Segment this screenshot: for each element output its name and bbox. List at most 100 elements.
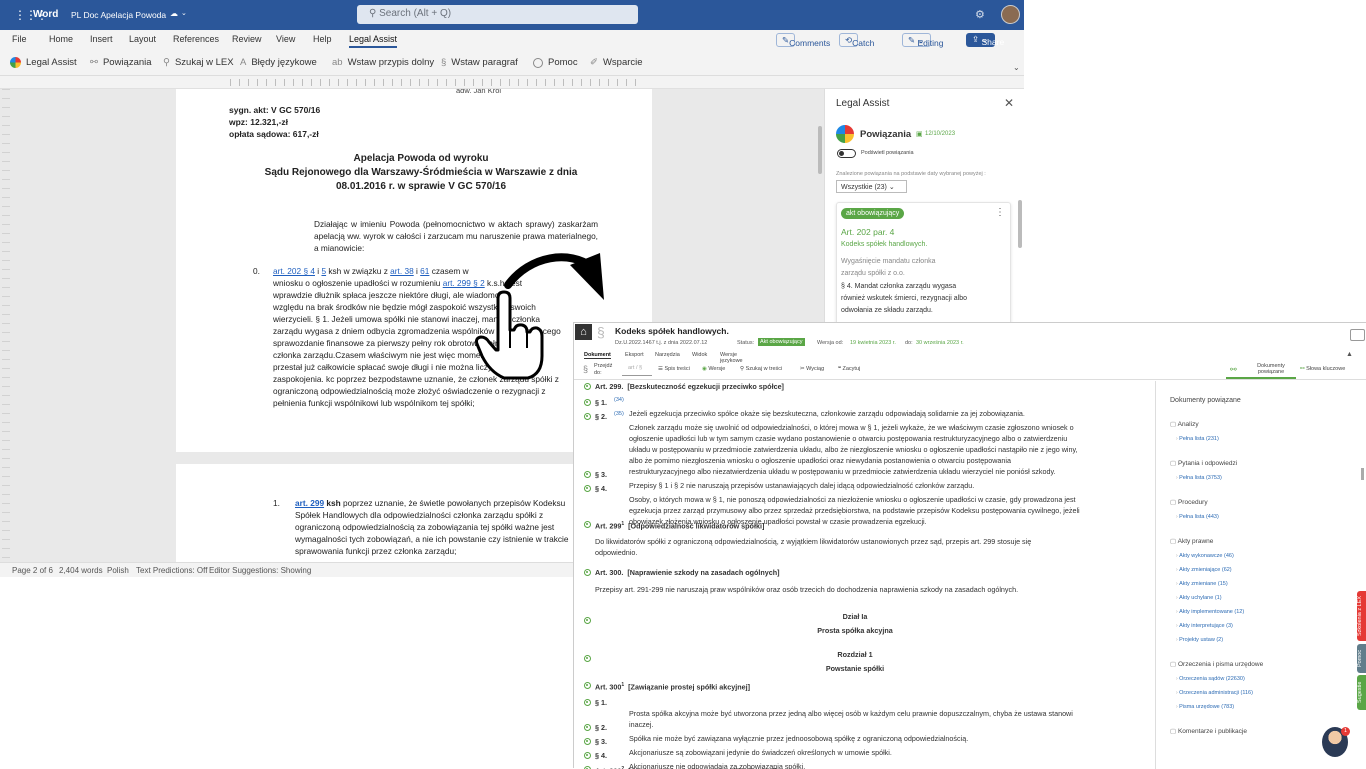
- expand-icon[interactable]: [584, 471, 591, 478]
- section-heading[interactable]: ▢ Akty prawne: [1170, 537, 1350, 545]
- wstaw-paragraf-button[interactable]: § Wstaw paragraf: [441, 57, 518, 68]
- art-link[interactable]: art. 38: [390, 266, 414, 276]
- tab-dokument[interactable]: Dokument: [584, 352, 611, 359]
- more-options-icon[interactable]: ⋮: [995, 207, 1005, 218]
- related-link[interactable]: › Pisma urzędowe (783): [1176, 700, 1350, 714]
- folder-icon[interactable]: [1350, 329, 1365, 341]
- comments-button[interactable]: ✎ Comments: [776, 33, 830, 48]
- selected-date[interactable]: 12/10/2023: [925, 131, 955, 137]
- expand-icon[interactable]: [584, 485, 591, 492]
- result-card[interactable]: akt obowiązujący ⋮ Art. 202 par. 4 Kodek…: [836, 202, 1011, 327]
- calendar-icon[interactable]: ▣: [916, 130, 923, 138]
- goto-input[interactable]: art / §: [622, 365, 652, 376]
- expand-icon[interactable]: [584, 655, 591, 662]
- wstaw-przypis-button[interactable]: ab Wstaw przypis dolny: [332, 57, 434, 68]
- powiazania-button[interactable]: ⚯ Powiązania: [90, 57, 152, 68]
- tab-narzedzia[interactable]: Narzędzia: [655, 352, 680, 358]
- related-link[interactable]: › Orzeczenia sądów (22630): [1176, 672, 1350, 686]
- text-predictions[interactable]: Text Predictions: Off: [136, 566, 207, 575]
- chevron-down-icon[interactable]: ⌄: [181, 9, 187, 17]
- expand-icon[interactable]: [584, 752, 591, 759]
- tab-insert[interactable]: Insert: [90, 34, 113, 44]
- expand-icon[interactable]: [584, 521, 591, 528]
- wyciag-button[interactable]: ✂ Wyciąg: [800, 366, 824, 372]
- expand-icon[interactable]: [584, 617, 591, 624]
- tab-layout[interactable]: Layout: [129, 34, 156, 44]
- tab-legal-assist[interactable]: Legal Assist: [349, 34, 398, 48]
- panel-scrollbar[interactable]: [1361, 468, 1364, 480]
- tab-review[interactable]: Review: [232, 34, 262, 44]
- avatar[interactable]: [1001, 5, 1020, 24]
- version-from[interactable]: 19 kwietnia 2023 r.: [850, 340, 896, 346]
- tab-slowa-kluczowe[interactable]: ⚯ Słowa kluczowe: [1300, 366, 1345, 372]
- expand-icon[interactable]: [584, 399, 591, 406]
- ruler[interactable]: [0, 76, 1024, 89]
- expand-icon[interactable]: [584, 699, 591, 706]
- related-link[interactable]: › Pełna lista (3753): [1176, 471, 1350, 485]
- section-heading[interactable]: ▢ Orzeczenia i pisma urzędowe: [1170, 660, 1350, 668]
- related-link[interactable]: › Akty wykonawcze (46): [1176, 549, 1350, 563]
- side-tab-sugestie[interactable]: Sugestie: [1357, 675, 1366, 710]
- related-link[interactable]: › Akty zmieniane (15): [1176, 577, 1350, 591]
- search-input[interactable]: ⚲ Search (Alt + Q): [357, 5, 638, 24]
- section-heading[interactable]: ▢ Procedury: [1170, 498, 1350, 506]
- filter-dropdown[interactable]: Wszystkie (23) ⌄: [836, 180, 907, 193]
- section-heading[interactable]: ▢ Analizy: [1170, 420, 1350, 428]
- wersje-button[interactable]: ◉ Wersje: [702, 366, 725, 372]
- version-to[interactable]: 30 września 2023 r.: [916, 340, 964, 346]
- related-link[interactable]: › Akty interpretujące (3): [1176, 619, 1350, 633]
- scroll-up-icon[interactable]: ▲: [1346, 351, 1353, 358]
- catch-up-button[interactable]: ⟲ Catch up: [839, 33, 874, 58]
- word-count[interactable]: 2,404 words: [59, 566, 103, 575]
- art-link[interactable]: art. 299: [295, 498, 324, 508]
- expand-icon[interactable]: [584, 724, 591, 731]
- collapse-ribbon-icon[interactable]: ⌄: [1013, 63, 1020, 72]
- legal-assist-button[interactable]: Legal Assist: [10, 57, 77, 68]
- expand-icon[interactable]: [584, 569, 591, 576]
- art-link[interactable]: art. 299 § 2: [443, 278, 485, 288]
- share-button[interactable]: ⇪ Share ⌄: [966, 33, 1004, 47]
- related-link[interactable]: › Orzeczenia administracji (116): [1176, 686, 1350, 700]
- wsparcie-button[interactable]: ✐ Wsparcie: [590, 57, 643, 68]
- editor-suggestions[interactable]: Editor Suggestions: Showing: [209, 566, 311, 575]
- section-heading[interactable]: ▢ Pytania i odpowiedzi: [1170, 459, 1350, 467]
- home-button[interactable]: ⌂: [575, 324, 592, 340]
- language[interactable]: Polish: [107, 566, 129, 575]
- expand-icon[interactable]: [584, 383, 591, 390]
- tab-view[interactable]: View: [276, 34, 295, 44]
- bledy-jezykowe-button[interactable]: A Błędy językowe: [240, 57, 317, 68]
- settings-icon[interactable]: ⚙: [975, 8, 985, 21]
- tab-home[interactable]: Home: [49, 34, 73, 44]
- pomoc-button[interactable]: Pomoc: [533, 57, 578, 68]
- tab-eksport[interactable]: Eksport: [625, 352, 644, 358]
- related-link[interactable]: › Projekty ustaw (2): [1176, 633, 1350, 647]
- highlight-toggle[interactable]: [837, 149, 856, 158]
- tab-references[interactable]: References: [173, 34, 219, 44]
- document-name[interactable]: PL Doc Apelacja Powoda: [71, 10, 166, 20]
- editing-button[interactable]: ✎ Editing ⌄: [902, 33, 943, 48]
- szukaj-w-lex-button[interactable]: ⚲ Szukaj w LEX: [163, 57, 234, 68]
- related-link[interactable]: › Akty implementowane (12): [1176, 605, 1350, 619]
- art-link[interactable]: art. 202 § 4: [273, 266, 315, 276]
- card-article[interactable]: Art. 202 par. 4: [841, 227, 894, 237]
- szukaj-button[interactable]: ⚲ Szukaj w treści: [740, 366, 782, 372]
- related-link[interactable]: › Akty zmieniające (62): [1176, 563, 1350, 577]
- close-icon[interactable]: ✕: [1004, 96, 1014, 110]
- expand-icon[interactable]: [584, 413, 591, 420]
- page-count[interactable]: Page 2 of 6: [12, 566, 53, 575]
- spis-tresci-button[interactable]: ☰ Spis treści: [658, 366, 690, 372]
- side-tab-szkolenia[interactable]: Szkolenia z LEX: [1357, 591, 1366, 641]
- tab-dokumenty-powiazane[interactable]: ⚯ Dokumenty powiązane: [1226, 362, 1296, 379]
- zacytuj-button[interactable]: ❝ Zacytuj: [838, 366, 860, 372]
- expand-icon[interactable]: [584, 682, 591, 689]
- results-scrollbar[interactable]: [1018, 200, 1022, 248]
- related-link[interactable]: › Akty uchylane (1): [1176, 591, 1350, 605]
- tab-widok[interactable]: Widok: [692, 352, 707, 358]
- pane-scrollbar[interactable]: [818, 126, 822, 174]
- related-link[interactable]: › Pełna lista (443): [1176, 510, 1350, 524]
- expand-icon[interactable]: [584, 738, 591, 745]
- tab-help[interactable]: Help: [313, 34, 332, 44]
- tab-file[interactable]: File: [12, 34, 27, 44]
- related-link[interactable]: › Pełna lista (231): [1176, 432, 1350, 446]
- side-tab-pomoc[interactable]: Pomoc: [1357, 644, 1366, 673]
